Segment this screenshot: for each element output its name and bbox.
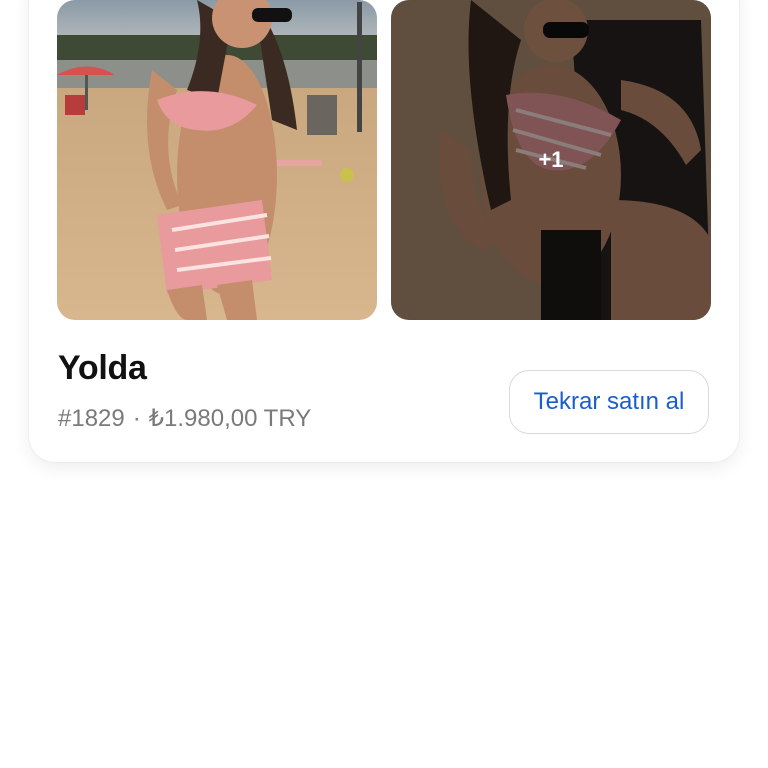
order-meta: #1829 · ₺1.980,00 TRY <box>58 404 311 433</box>
product-photo-beach <box>57 0 377 320</box>
order-total: ₺1.980,00 TRY <box>148 405 312 432</box>
product-image-1[interactable] <box>57 0 377 320</box>
more-images-count: +1 <box>538 147 564 172</box>
product-image-2[interactable]: +1 <box>391 0 711 320</box>
more-images-overlay[interactable]: +1 <box>391 0 711 320</box>
reorder-button[interactable]: Tekrar satın al <box>509 370 709 434</box>
meta-separator: · <box>132 405 141 432</box>
order-number: #1829 <box>58 405 125 432</box>
order-status-title: Yolda <box>58 349 147 387</box>
